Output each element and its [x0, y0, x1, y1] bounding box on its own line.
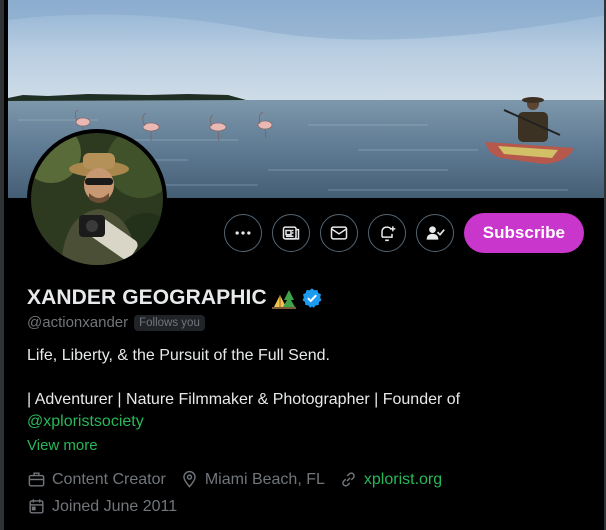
profile-actions: Subscribe	[223, 213, 584, 253]
location-pin-icon	[183, 470, 196, 488]
subscribe-button[interactable]: Subscribe	[463, 213, 584, 253]
calendar-icon	[29, 499, 44, 514]
newsletter-button[interactable]	[271, 214, 310, 252]
profile-avatar[interactable]	[27, 129, 167, 269]
following-button[interactable]	[415, 214, 454, 252]
display-name: XANDER GEOGRAPHIC	[27, 286, 267, 309]
handle: @actionxander	[27, 314, 129, 331]
location-text: Miami Beach, FL	[204, 470, 325, 488]
profile-info: XANDER GEOGRAPHIC @actionxander Follows …	[27, 286, 587, 516]
name-row: XANDER GEOGRAPHIC	[27, 286, 587, 310]
handle-row: @actionxander Follows you	[27, 314, 587, 331]
message-icon	[330, 226, 348, 240]
category-text: Content Creator	[52, 470, 166, 488]
notify-button[interactable]	[367, 214, 406, 252]
joined-row: Joined June 2011	[27, 497, 587, 516]
location-item: Miami Beach, FL	[180, 470, 325, 489]
following-icon	[426, 226, 445, 240]
newsletter-icon	[282, 226, 300, 240]
more-icon	[235, 231, 251, 235]
website-item: xplorist.org	[339, 470, 442, 489]
bio-line-2: | Adventurer | Nature Filmmaker & Photog…	[27, 391, 461, 408]
link-icon	[342, 472, 355, 487]
message-button[interactable]	[319, 214, 358, 252]
briefcase-icon	[28, 472, 45, 487]
profile-meta: Content Creator Miami Beach, FL xplorist…	[27, 470, 587, 489]
joined-text: Joined June 2011	[52, 497, 178, 515]
bio-mention-link[interactable]: @xploristsociety	[27, 411, 587, 433]
more-button[interactable]	[223, 214, 262, 252]
view-more-link[interactable]: View more	[27, 435, 587, 457]
category-item: Content Creator	[27, 470, 166, 489]
profile-page: Subscribe XANDER GEOGRAPHIC @actionxande…	[0, 0, 606, 530]
notify-icon	[381, 226, 396, 242]
verified-badge-icon[interactable]	[301, 287, 323, 309]
joined-item: Joined June 2011	[27, 497, 177, 516]
bio-line-1: Life, Liberty, & the Pursuit of the Full…	[27, 347, 330, 364]
camping-emoji-icon	[271, 290, 296, 309]
website-link[interactable]: xplorist.org	[364, 471, 442, 489]
follows-you-badge: Follows you	[134, 314, 205, 331]
